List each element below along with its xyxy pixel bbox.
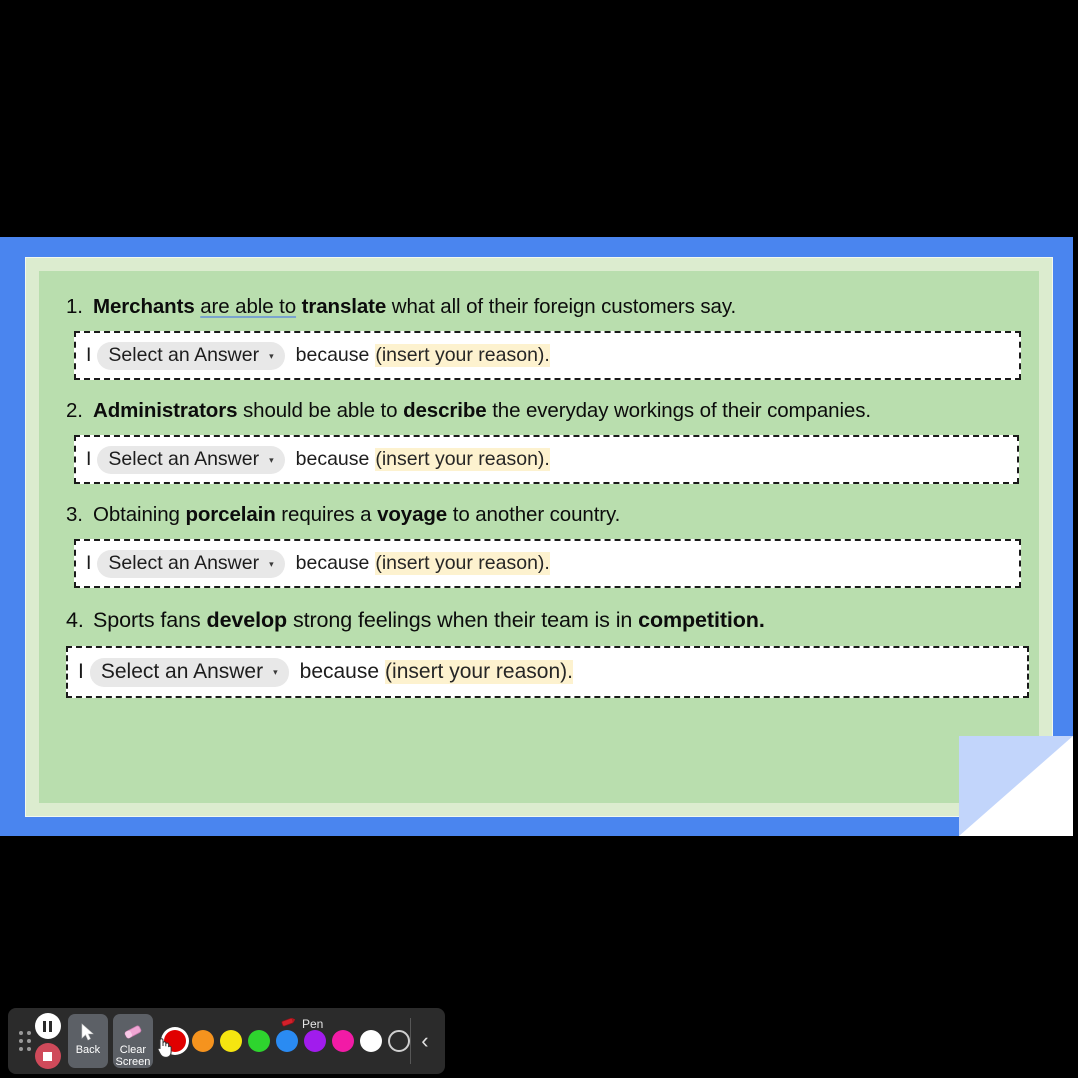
reason-placeholder-1[interactable]: (insert your reason).	[375, 344, 550, 367]
chevron-down-icon: ▾	[273, 667, 278, 677]
annotation-toolbar[interactable]: Back Clear Screen Pen ‹	[8, 1008, 445, 1074]
recording-controls	[34, 1013, 61, 1069]
active-tool-indicator: Pen	[280, 1016, 323, 1031]
collapse-toolbar-button[interactable]: ‹	[411, 1018, 439, 1064]
select-an-answer-dropdown-3[interactable]: Select an Answer ▾	[97, 549, 285, 578]
stop-recording-button[interactable]	[34, 1043, 61, 1069]
cursor-arrow-icon	[81, 1020, 95, 1044]
question-block-3: 3. Obtaining porcelain requires a voyage…	[61, 503, 1021, 588]
clear-screen-label-line1: Clear	[119, 1044, 147, 1056]
chevron-down-icon: ▾	[269, 454, 274, 465]
clear-screen-button[interactable]: Clear Screen	[112, 1014, 153, 1068]
select-label-1: Select an Answer	[108, 343, 260, 366]
question-number-2: 2.	[66, 399, 83, 422]
screen-share-stage: 1. Merchants are able to translate what …	[0, 0, 1078, 1078]
color-swatch-list[interactable]	[163, 1030, 410, 1052]
color-swatch-white[interactable]	[359, 1030, 382, 1052]
color-swatch-transparent[interactable]	[387, 1030, 410, 1052]
select-an-answer-dropdown-4[interactable]: Select an Answer ▾	[89, 657, 289, 687]
select-an-answer-dropdown-1[interactable]: Select an Answer ▾	[97, 341, 285, 370]
worksheet-panel: 1. Merchants are able to translate what …	[39, 271, 1039, 803]
answer-row-3[interactable]: I Select an Answer ▾ because (insert you…	[74, 539, 1021, 588]
question-block-1: 1. Merchants are able to translate what …	[61, 295, 1021, 380]
select-label-2: Select an Answer	[108, 447, 260, 470]
question-text-2: 2. Administrators should be able to desc…	[61, 399, 1017, 423]
question-sentence-2: Administrators should be able to describ…	[93, 399, 871, 422]
answer-row-2[interactable]: I Select an Answer ▾ because (insert you…	[74, 435, 1019, 484]
text-caret-2: I	[86, 448, 92, 470]
question-sentence-1: Merchants are able to translate what all…	[93, 295, 737, 318]
reason-placeholder-2[interactable]: (insert your reason).	[375, 448, 550, 471]
shared-screen-area: 1. Merchants are able to translate what …	[0, 237, 1073, 836]
text-caret-1: I	[86, 344, 92, 366]
color-swatch-purple[interactable]	[303, 1030, 326, 1052]
text-caret-4: I	[78, 660, 84, 683]
question-text-3: 3. Obtaining porcelain requires a voyage…	[61, 503, 1017, 527]
select-label-3: Select an Answer	[108, 551, 260, 574]
question-sentence-4: Sports fans develop strong feelings when…	[93, 608, 765, 632]
question-number-1: 1.	[66, 295, 83, 318]
page-corner-fold	[959, 736, 1073, 836]
text-caret-3: I	[86, 552, 92, 574]
connector-word-3: because	[295, 552, 370, 574]
connector-word-2: because	[295, 448, 370, 470]
color-swatch-magenta[interactable]	[331, 1030, 354, 1052]
question-block-2: 2. Administrators should be able to desc…	[61, 399, 1019, 484]
question-sentence-3: Obtaining porcelain requires a voyage to…	[93, 503, 621, 526]
connector-word-4: because	[299, 660, 380, 683]
back-button-label: Back	[75, 1044, 101, 1056]
color-swatch-red[interactable]	[163, 1030, 186, 1052]
select-an-answer-dropdown-2[interactable]: Select an Answer ▾	[97, 445, 285, 474]
color-swatch-blue[interactable]	[275, 1030, 298, 1052]
question-text-4: 4. Sports fans develop strong feelings w…	[61, 608, 1017, 633]
question-number-3: 3.	[66, 503, 83, 526]
color-swatch-green[interactable]	[247, 1030, 270, 1052]
reason-placeholder-3[interactable]: (insert your reason).	[375, 552, 550, 575]
active-tool-label: Pen	[302, 1016, 324, 1031]
worksheet-outer-frame: 1. Merchants are able to translate what …	[25, 257, 1053, 817]
chevron-down-icon: ▾	[269, 558, 274, 569]
question-text-1: 1. Merchants are able to translate what …	[61, 295, 1017, 319]
connector-word-1: because	[295, 344, 370, 366]
select-label-4: Select an Answer	[100, 659, 264, 683]
answer-row-4[interactable]: I Select an Answer ▾ because (insert you…	[66, 646, 1029, 698]
pen-icon	[280, 1016, 296, 1031]
color-swatch-orange[interactable]	[191, 1030, 214, 1052]
chevron-down-icon: ▾	[269, 350, 274, 361]
question-block-4: 4. Sports fans develop strong feelings w…	[61, 608, 1029, 698]
back-button[interactable]: Back	[67, 1014, 108, 1068]
chevron-left-icon: ‹	[421, 1028, 429, 1053]
question-number-4: 4.	[66, 608, 84, 632]
color-swatch-yellow[interactable]	[219, 1030, 242, 1052]
drag-handle-icon[interactable]	[18, 1026, 33, 1056]
clear-screen-label-line2: Screen	[115, 1056, 151, 1068]
eraser-icon	[122, 1020, 144, 1044]
reason-placeholder-4[interactable]: (insert your reason).	[385, 660, 573, 684]
answer-row-1[interactable]: I Select an Answer ▾ because (insert you…	[74, 331, 1021, 380]
pause-recording-button[interactable]	[34, 1013, 61, 1039]
